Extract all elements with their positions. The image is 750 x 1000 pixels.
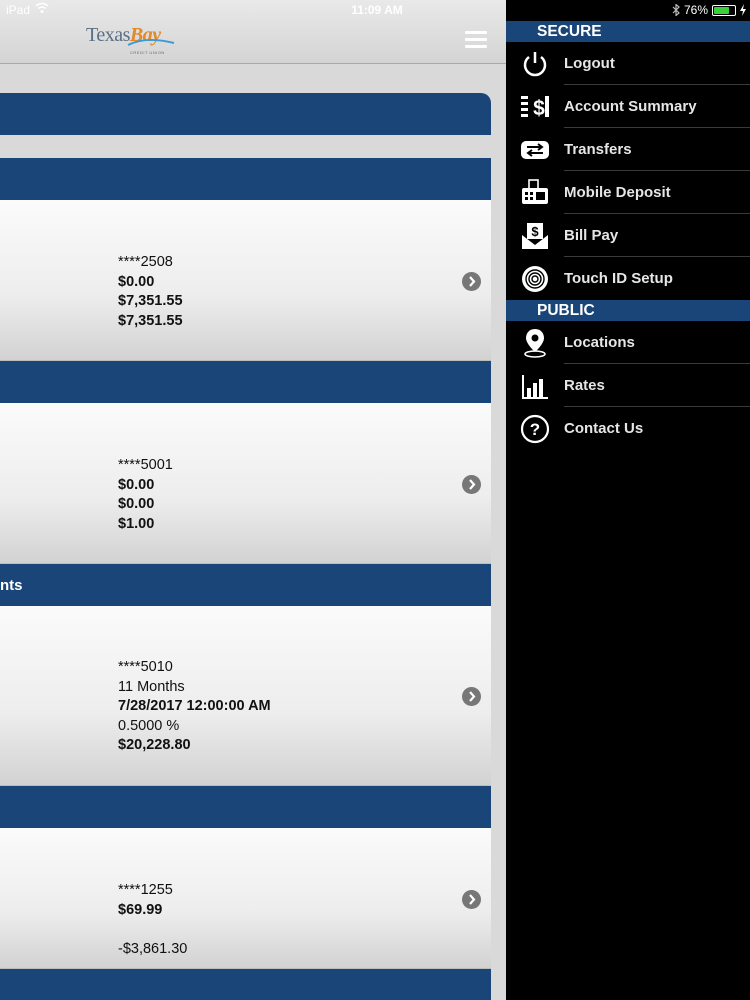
account-details: ****1255 $69.99 -$3,861.30 — [118, 881, 187, 959]
menu-section-public: PUBLIC — [506, 300, 750, 321]
account-value: -$3,861.30 — [118, 940, 188, 957]
battery-percent: 76% — [683, 3, 708, 17]
account-value: $0.00 — [118, 476, 155, 493]
menu-item-rates[interactable]: Rates — [506, 364, 750, 407]
account-details: ****5010 11 Months 7/28/2017 12:00:00 AM… — [118, 658, 271, 756]
menu-item-label: Touch ID Setup — [564, 270, 673, 287]
section-header — [0, 786, 491, 828]
menu-item-label: Locations — [564, 334, 635, 351]
logo-text-texas: Texas — [86, 24, 130, 46]
account-number: ****2508 — [118, 254, 173, 270]
bar-chart-icon — [522, 375, 548, 399]
account-details: ****5001 $0.00 $0.00 $1.00 — [118, 456, 173, 534]
account-maturity-date: 7/28/2017 12:00:00 AM — [118, 698, 271, 714]
account-card[interactable]: ****2508 $0.00 $7,351.55 $7,351.55 — [0, 200, 491, 361]
account-card[interactable]: ****1255 $69.99 -$3,861.30 — [0, 828, 491, 969]
account-value: $69.99 — [118, 901, 163, 918]
side-menu: SECURE Logout $ Account Summary Transfer… — [506, 0, 750, 1000]
account-value — [118, 920, 187, 940]
status-right: 76% — [672, 3, 746, 17]
menu-item-label: Account Summary — [564, 98, 697, 115]
chevron-right-icon[interactable] — [462, 890, 481, 909]
menu-item-label: Contact Us — [564, 420, 644, 437]
account-details: ****2508 $0.00 $7,351.55 $7,351.55 — [118, 253, 183, 331]
menu-item-bill-pay[interactable]: $ Bill Pay — [506, 214, 750, 257]
account-number: ****5010 — [118, 659, 173, 675]
account-term: 11 Months — [118, 678, 185, 695]
section-header — [0, 158, 491, 200]
menu-section-secure: SECURE — [506, 21, 750, 42]
account-rate: 0.5000 % — [118, 717, 180, 734]
svg-text:$: $ — [533, 97, 545, 120]
menu-item-account-summary[interactable]: $ Account Summary — [506, 85, 750, 128]
menu-item-label: Logout — [564, 55, 615, 72]
battery-icon — [712, 4, 736, 16]
section-header — [0, 361, 491, 403]
hamburger-menu-icon[interactable] — [465, 31, 487, 49]
account-value: $7,351.55 — [118, 312, 183, 329]
menu-item-contact-us[interactable]: ? Contact Us — [506, 407, 750, 450]
texas-bay-logo[interactable]: TexasBay CREDIT UNION — [86, 24, 196, 60]
menu-item-mobile-deposit[interactable]: Mobile Deposit — [506, 171, 750, 214]
chevron-right-icon[interactable] — [462, 687, 481, 706]
menu-item-label: Rates — [564, 377, 605, 394]
account-card[interactable]: ****5010 11 Months 7/28/2017 12:00:00 AM… — [0, 606, 491, 786]
dollar-list-icon: $ — [521, 96, 549, 120]
transfer-arrows-icon — [521, 141, 549, 159]
account-number: ****5001 — [118, 457, 173, 473]
check-scanner-icon — [522, 179, 548, 204]
fingerprint-icon — [522, 266, 548, 292]
logo-swoosh-icon — [127, 39, 175, 46]
section-header: nts — [0, 564, 491, 606]
chevron-right-icon[interactable] — [462, 272, 481, 291]
question-icon: ? — [520, 414, 550, 444]
main-panel: TexasBay CREDIT UNION ****2508 $0.00 $7,… — [0, 0, 506, 1000]
menu-item-touch-id-setup[interactable]: Touch ID Setup — [506, 257, 750, 300]
account-number: ****1255 — [118, 882, 173, 898]
logo-subtitle: CREDIT UNION — [130, 50, 165, 55]
svg-text:?: ? — [530, 420, 540, 439]
account-value: $20,228.80 — [118, 737, 191, 753]
account-value: $0.00 — [118, 273, 155, 290]
account-card[interactable]: ****5001 $0.00 $0.00 $1.00 — [0, 403, 491, 564]
power-icon — [523, 52, 547, 77]
account-value: $1.00 — [118, 515, 155, 532]
battery-level — [714, 6, 729, 14]
menu-item-locations[interactable]: Locations — [506, 321, 750, 364]
envelope-dollar-icon: $ — [522, 223, 548, 249]
menu-item-transfers[interactable]: Transfers — [506, 128, 750, 171]
menu-item-logout[interactable]: Logout — [506, 42, 750, 85]
svg-text:$: $ — [531, 224, 539, 239]
section-header — [0, 969, 491, 1000]
account-value: $0.00 — [118, 496, 155, 512]
map-pin-icon — [524, 329, 546, 358]
menu-item-label: Bill Pay — [564, 227, 619, 244]
status-time: 11:09 AM — [351, 3, 403, 17]
status-bar: iPad 11:09 AM 76% — [0, 0, 750, 20]
charging-bolt-icon — [740, 4, 746, 16]
page-title-bar — [0, 93, 491, 135]
bluetooth-icon — [672, 4, 680, 16]
chevron-right-icon[interactable] — [462, 475, 481, 494]
menu-item-label: Transfers — [564, 141, 632, 158]
account-value: $7,351.55 — [118, 293, 183, 309]
menu-item-label: Mobile Deposit — [564, 184, 671, 201]
